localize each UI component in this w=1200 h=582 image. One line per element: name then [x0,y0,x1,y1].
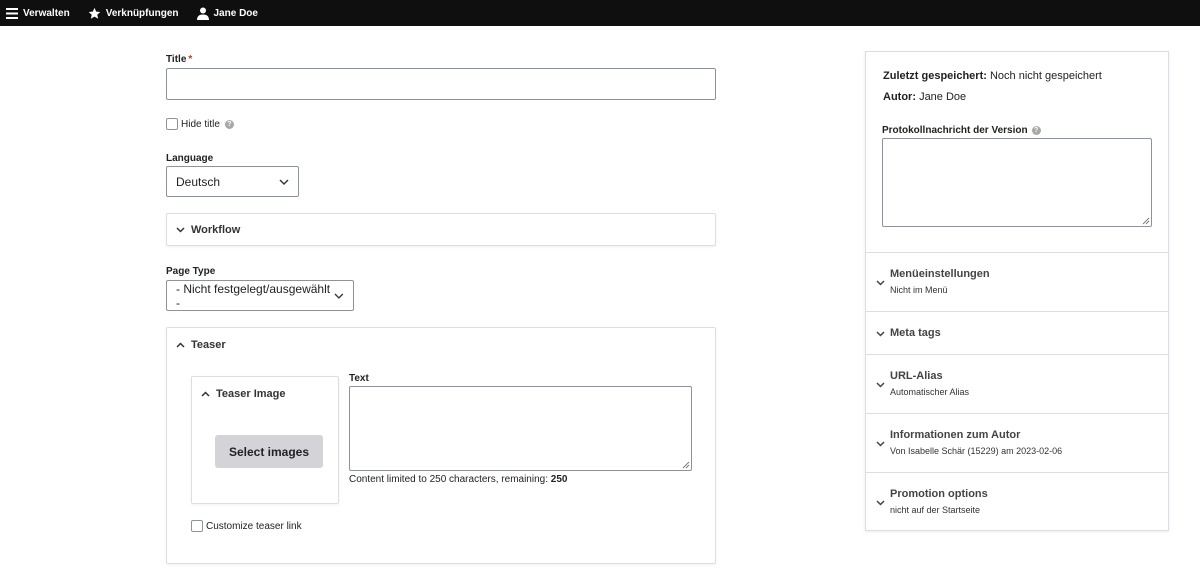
teaser-image-label: Teaser Image [216,388,286,400]
revision-log-label: Protokollnachricht der Version ? [882,125,1041,136]
hide-title-checkbox[interactable] [166,118,178,130]
revision-log-input[interactable] [882,138,1152,227]
chevron-up-icon [201,391,210,397]
toolbar-user-label: Jane Doe [213,7,258,19]
last-saved-label: Zuletzt gespeichert: [883,70,987,82]
teaser-summary[interactable]: Teaser [176,339,226,351]
author-value: Jane Doe [919,91,967,103]
menu-settings-title: Menüeinstellungen [890,268,990,280]
last-saved: Zuletzt gespeichert: Noch nicht gespeich… [883,70,1102,82]
chevron-down-icon [876,331,885,337]
teaser-text-remaining: 250 [550,474,568,485]
hamburger-icon [6,7,18,19]
menu-settings-summary: Nicht im Menü [890,285,948,295]
url-alias-title: URL-Alias [890,370,943,382]
select-images-button[interactable]: Select images [215,435,323,468]
author-info-title: Informationen zum Autor [890,429,1021,441]
hide-title-label: Hide title [181,118,220,130]
title-label: Title * [166,54,192,65]
menu-settings-section[interactable]: Menüeinstellungen Nicht im Menü [866,252,1168,311]
url-alias-section[interactable]: URL-Alias Automatischer Alias [866,354,1168,413]
promotion-options-summary: nicht auf der Startseite [890,505,981,515]
meta-tags-title: Meta tags [890,327,941,339]
help-icon: ? [1031,126,1041,135]
teaser-text-input[interactable] [349,386,692,471]
page-type-select-value: - Nicht festgelegt/ausgewählt - [176,281,331,310]
meta-tags-section[interactable]: Meta tags [866,311,1168,354]
promotion-options-title: Promotion options [890,488,988,500]
page-type-label: Page Type [166,266,216,277]
teaser-text-limit-label: Content limited to 250 characters, remai… [349,474,551,485]
page-type-select[interactable]: - Nicht festgelegt/ausgewählt - [166,280,354,311]
teaser-details: Teaser Teaser Image Select images Text C… [166,327,716,564]
url-alias-summary: Automatischer Alias [890,387,970,397]
chevron-down-icon [176,227,185,233]
required-marker: * [188,54,193,65]
meta-sidebar: Zuletzt gespeichert: Noch nicht gespeich… [865,51,1169,531]
teaser-text-limit: Content limited to 250 characters, remai… [349,474,567,485]
teaser-label: Teaser [191,339,226,351]
toolbar-manage-label: Verwalten [23,7,70,19]
chevron-up-icon [176,342,185,348]
chevron-down-icon [876,441,885,447]
chevron-down-icon [279,179,289,185]
admin-toolbar: Verwalten Verknüpfungen Jane Doe [0,0,1200,26]
customize-teaser-link-label: Customize teaser link [206,520,302,532]
promotion-options-section[interactable]: Promotion options nicht auf der Startsei… [866,472,1168,530]
hide-title-row: Hide title ? [166,118,234,130]
author-info-summary: Von Isabelle Schär (15229) am 2023-02-06 [890,446,1063,456]
revision-log-label-text: Protokollnachricht der Version [882,125,1028,136]
customize-teaser-link-row: Customize teaser link [191,520,302,532]
workflow-label: Workflow [191,224,241,236]
toolbar-manage[interactable]: Verwalten [6,7,70,19]
language-select-value: Deutsch [176,174,221,189]
author-label: Autor: [883,91,916,103]
customize-teaser-link-checkbox[interactable] [191,520,203,532]
last-saved-value: Noch nicht gespeichert [989,70,1102,82]
chevron-down-icon [334,293,344,299]
title-label-text: Title [166,54,187,65]
language-select[interactable]: Deutsch [166,166,299,197]
chevron-down-icon [876,382,885,388]
star-icon [88,7,101,19]
teaser-image-details: Teaser Image Select images [191,376,339,504]
toolbar-shortcuts[interactable]: Verknüpfungen [88,7,179,20]
workflow-summary[interactable]: Workflow [176,224,240,236]
chevron-down-icon [876,280,885,286]
author-info: Autor: Jane Doe [883,91,966,103]
resize-grip-icon[interactable] [682,461,690,469]
resize-grip-icon[interactable] [1142,217,1150,225]
workflow-details: Workflow [166,213,716,246]
title-input[interactable] [166,68,716,100]
author-info-section[interactable]: Informationen zum Autor Von Isabelle Sch… [866,413,1168,472]
chevron-down-icon [876,500,885,506]
teaser-image-summary[interactable]: Teaser Image [201,388,286,400]
toolbar-user[interactable]: Jane Doe [196,7,258,20]
help-icon: ? [224,119,234,129]
user-icon [196,7,209,20]
toolbar-shortcuts-label: Verknüpfungen [105,7,179,19]
language-label: Language [166,153,214,164]
teaser-text-label: Text [349,373,369,384]
